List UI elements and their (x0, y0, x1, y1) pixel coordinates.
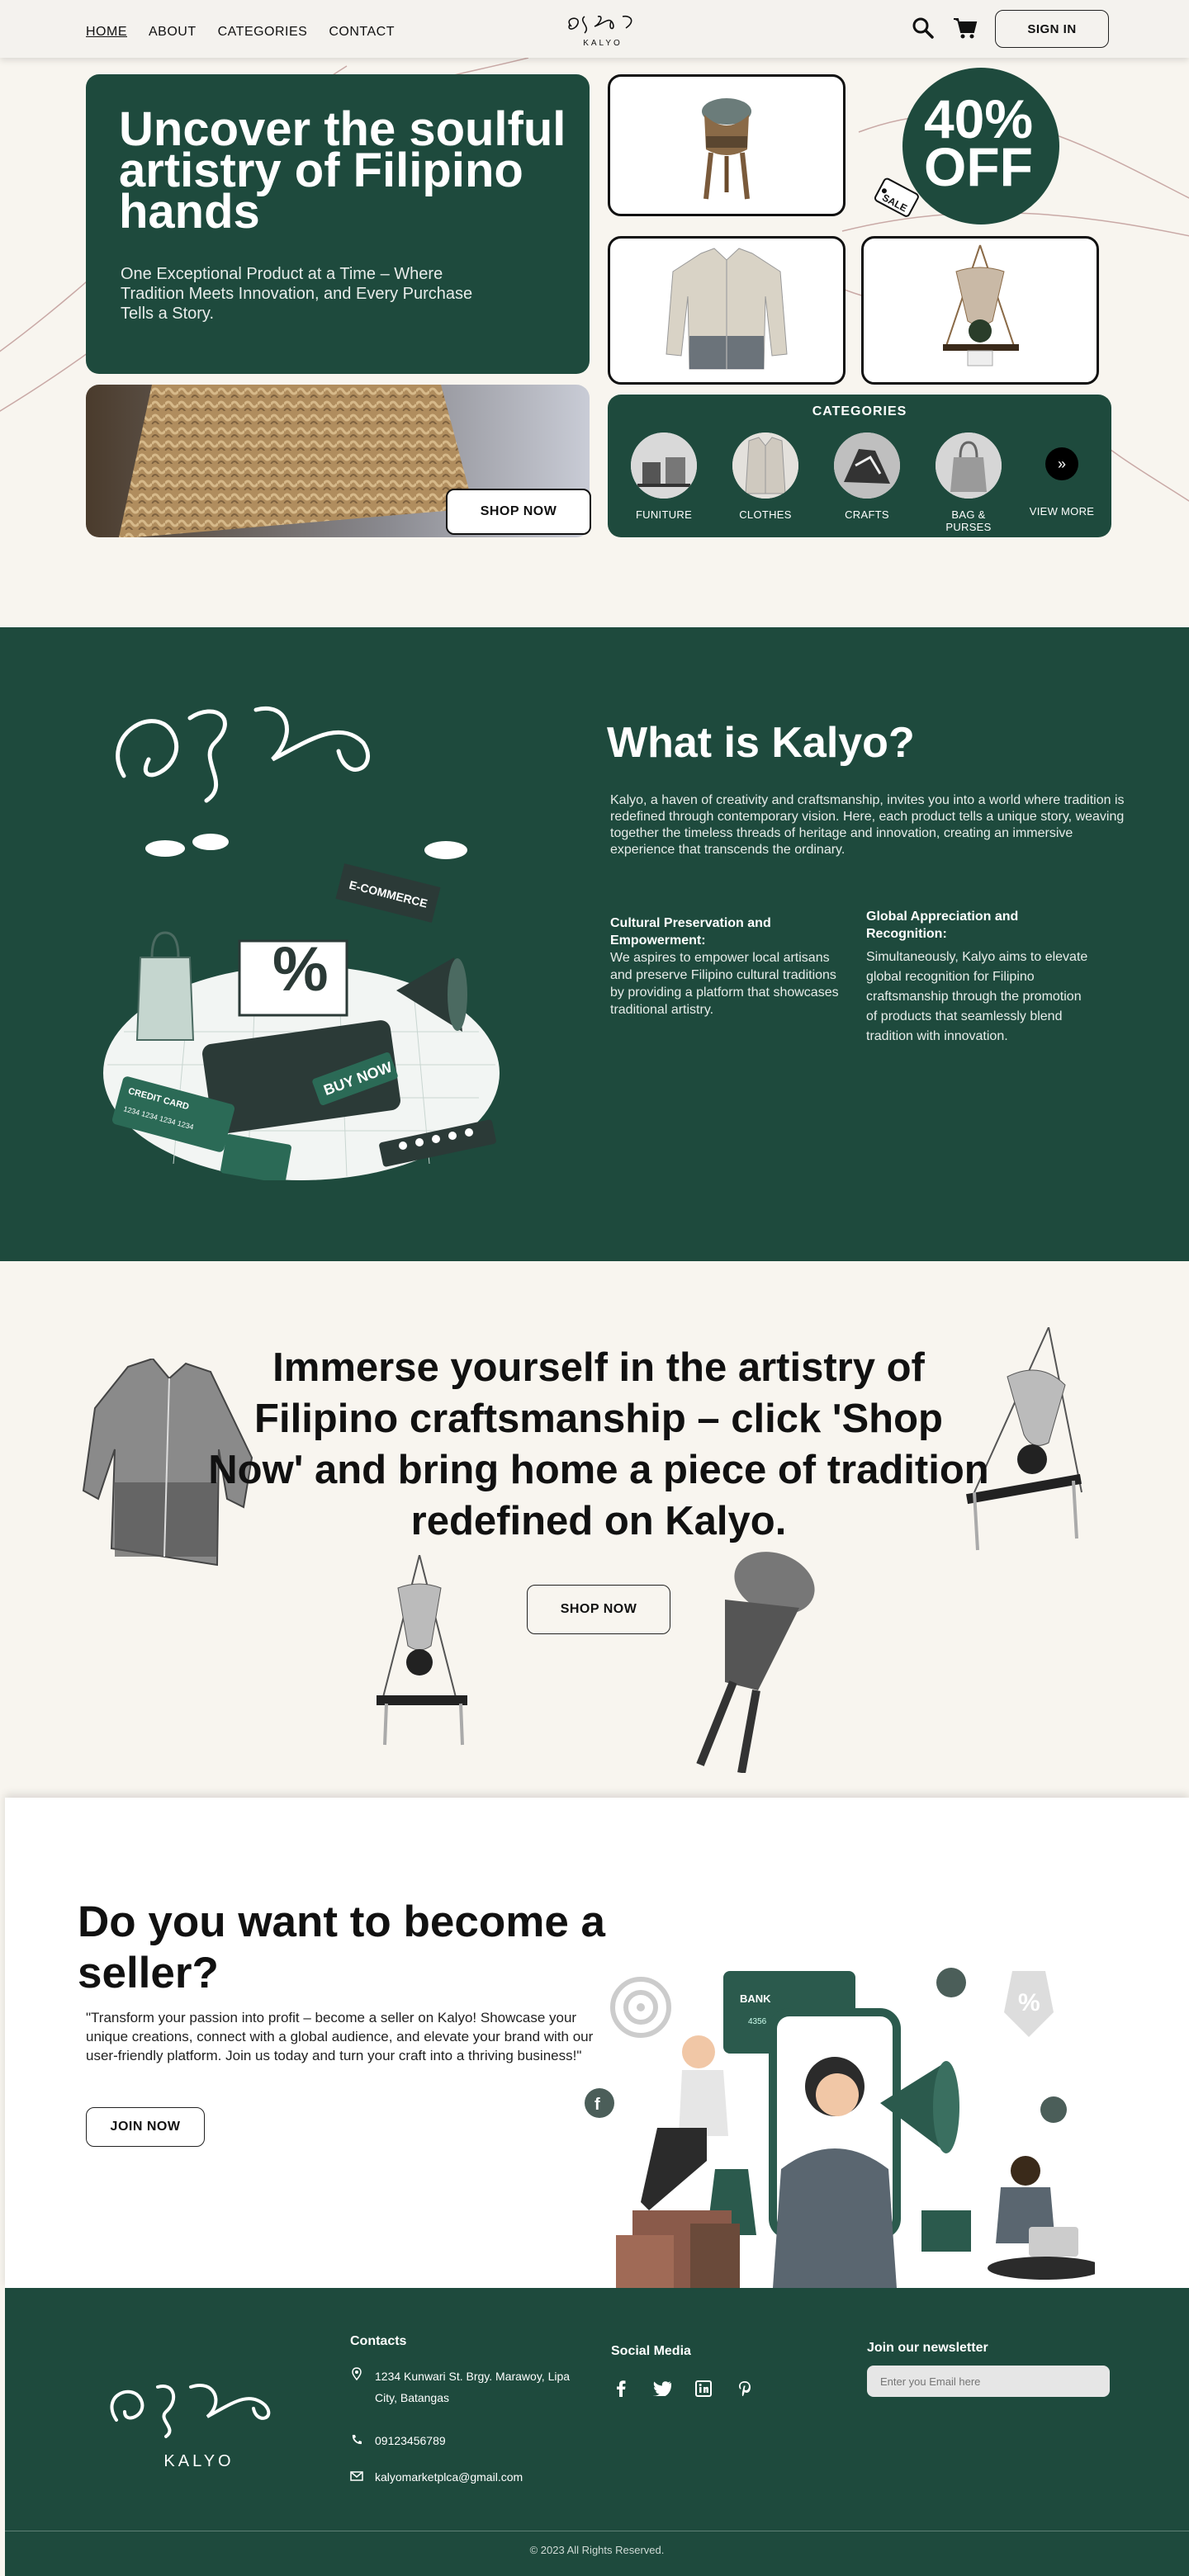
social-links (611, 2379, 755, 2399)
search-icon[interactable] (912, 17, 935, 40)
logo-wordmark: KALYO (583, 39, 623, 48)
social-media-heading: Social Media (611, 2344, 691, 2358)
svg-text:f: f (594, 2096, 600, 2114)
about-body: Kalyo, a haven of creativity and craftsm… (610, 793, 1125, 857)
stool-icon (702, 98, 751, 200)
wall-hanger-icon (377, 1555, 467, 1746)
bank-card-number: 4356 (748, 2017, 767, 2026)
copyright-text: © 2023 All Rights Reserved. (529, 2544, 665, 2556)
cart-icon[interactable] (953, 17, 978, 40)
mission-title-cultural: Cultural Preservation and Empowerment: (610, 916, 771, 948)
seller-illustration: BANK 4356 % f (583, 1963, 1103, 2288)
about-section: % E-COMMERCE BUY NOW CREDIT CARD 1234 12… (0, 627, 1189, 1261)
category-label: FUNITURE (635, 508, 693, 521)
nav-link-categories[interactable]: CATEGORIES (218, 25, 308, 40)
top-navbar: HOME ABOUT CATEGORIES CONTACT KALYO SIGN… (0, 0, 1189, 58)
categories-title: CATEGORIES (812, 404, 907, 418)
wall-hanger-icon (943, 244, 1019, 366)
percent-tag-symbol: % (1018, 1989, 1040, 2016)
category-label: CLOTHES (739, 508, 792, 521)
cta-shop-now-button[interactable]: SHOP NOW (527, 1585, 670, 1634)
facebook-icon[interactable] (611, 2379, 631, 2399)
contact-email[interactable]: kalyomarketplca@gmail.com (375, 2466, 523, 2488)
category-clothes[interactable]: CLOTHES (724, 432, 807, 521)
bags-thumbnail (936, 432, 1002, 499)
join-now-button[interactable]: JOIN NOW (86, 2107, 205, 2147)
category-furniture[interactable]: FUNITURE (623, 432, 705, 521)
double-chevron-right-icon[interactable]: » (1045, 447, 1078, 480)
mission-text-cultural: We aspires to empower local artisans and… (610, 951, 839, 1017)
category-label: BAG & PURSES (945, 508, 992, 533)
nav-link-about[interactable]: ABOUT (149, 25, 197, 40)
contact-address: 1234 Kunwari St. Brgy. Marawoy, Lipa Cit… (375, 2370, 571, 2404)
category-crafts[interactable]: CRAFTS (826, 432, 908, 521)
mail-icon (350, 2471, 363, 2481)
hero-card: Uncover the soulful artistry of Filipino… (86, 74, 590, 374)
cta-headline: Immerse yourself in the artistry of Fili… (208, 1345, 989, 1543)
percent-symbol: % (272, 934, 329, 1004)
nav-link-home[interactable]: HOME (86, 25, 127, 40)
category-view-more[interactable]: » VIEW MORE (1021, 432, 1103, 518)
phone-icon (352, 2435, 362, 2445)
linkedin-icon[interactable] (694, 2379, 713, 2399)
clothes-thumbnail (732, 432, 798, 499)
newsletter-heading: Join our newsletter (867, 2341, 988, 2355)
category-label: CRAFTS (845, 508, 889, 521)
kalyo-logo[interactable]: KALYO (561, 12, 644, 48)
category-label: VIEW MORE (1029, 505, 1095, 518)
wall-hanger-product-image[interactable] (861, 236, 1099, 385)
pinterest-icon[interactable] (735, 2379, 755, 2399)
contact-phone[interactable]: 09123456789 (375, 2430, 446, 2451)
twitter-icon[interactable] (652, 2379, 672, 2399)
hero-subtitle: One Exceptional Product at a Time – Wher… (121, 265, 473, 323)
bank-card-label: BANK (740, 1992, 771, 2005)
become-seller-section: Do you want to become a seller? "Transfo… (5, 1798, 1189, 2288)
stool-product-image[interactable] (608, 74, 846, 216)
shirt-product-image[interactable] (608, 236, 846, 385)
barong-shirt-icon (666, 248, 788, 370)
page: HOME ABOUT CATEGORIES CONTACT KALYO SIGN… (0, 0, 1189, 2576)
nav-link-contact[interactable]: CONTACT (329, 25, 395, 40)
footer: KALYO Contacts 1234 Kunwari St. Brgy. Ma… (5, 2288, 1189, 2576)
location-pin-icon (352, 2367, 362, 2380)
seller-title: Do you want to become a seller? (78, 1898, 606, 1997)
furniture-thumbnail (631, 432, 697, 499)
newsletter-email-input[interactable] (867, 2366, 1110, 2397)
categories-card: CATEGORIES FUNITURE CLOTHES CRAFTS BAG &… (608, 395, 1111, 537)
kalyo-script-logo-icon (110, 2384, 271, 2438)
mission-title-global: Global Appreciation and Recognition: (866, 910, 1019, 941)
contacts-heading: Contacts (350, 2334, 407, 2348)
hero-title: Uncover the soulful artistry of Filipino… (119, 102, 566, 239)
crafts-thumbnail (834, 432, 900, 499)
footer-logo[interactable]: KALYO (100, 2370, 298, 2470)
category-bags-purses[interactable]: BAG & PURSES (927, 432, 1010, 533)
kalyo-script-logo-icon (568, 15, 632, 34)
mission-text-global: Simultaneously, Kalyo aims to elevate gl… (866, 950, 1088, 1043)
nav-links: HOME ABOUT CATEGORIES CONTACT (86, 25, 395, 40)
seller-description: "Transform your passion into profit – be… (86, 2010, 594, 2063)
ecommerce-illustration: % E-COMMERCE BUY NOW CREDIT CARD 1234 12… (91, 685, 520, 1184)
footer-wordmark: KALYO (163, 2452, 234, 2470)
about-title: What is Kalyo? (607, 719, 915, 767)
stool-icon (696, 1552, 815, 1773)
sign-in-button[interactable]: SIGN IN (995, 10, 1109, 48)
hero-shop-now-button[interactable]: SHOP NOW (446, 489, 591, 535)
cta-section: Immerse yourself in the artistry of Fili… (0, 1261, 1189, 1798)
sale-tag-icon: SALE (867, 173, 925, 225)
